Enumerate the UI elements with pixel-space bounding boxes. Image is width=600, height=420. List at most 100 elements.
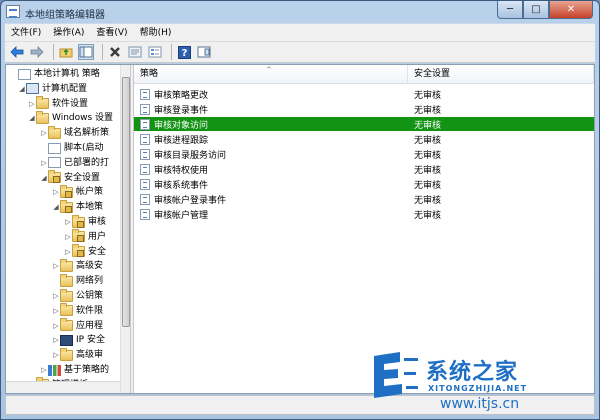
console-tree-icon[interactable] [196, 44, 212, 60]
maximize-button[interactable]: □ [523, 1, 549, 19]
tree-node[interactable]: ▷ 审核 [64, 214, 106, 229]
table-row[interactable]: 审核对象访问 无审核 [134, 117, 594, 131]
tree-expand-arrow-icon[interactable]: ▷ [64, 245, 72, 259]
minimize-button[interactable]: ─ [497, 1, 523, 19]
tree-node-label: 用户 [88, 231, 107, 242]
tree-node-label: 本地策 [76, 202, 104, 213]
folder-icon [36, 96, 49, 110]
tree-expand-arrow-icon[interactable]: ◢ [28, 111, 36, 125]
scroll-thumb[interactable] [122, 77, 130, 327]
delete-icon[interactable] [107, 44, 123, 60]
menu-action[interactable]: 操作(A) [47, 24, 90, 42]
policy-icon [140, 193, 150, 205]
tree-expand-arrow-icon[interactable]: ▷ [52, 319, 60, 333]
folder-icon [48, 125, 61, 139]
tree-node[interactable]: ▷ 帐户策 [52, 184, 104, 199]
tree-expand-arrow-icon[interactable]: ▷ [40, 126, 48, 140]
menu-view[interactable]: 查看(V) [90, 24, 133, 42]
tree-expand-arrow-icon[interactable]: ▷ [52, 289, 60, 303]
table-row[interactable]: 审核进程跟踪 无审核 [134, 132, 594, 146]
tree-node[interactable]: ▷ 安全 [64, 244, 107, 259]
tree-node[interactable]: ▷ 域名解析策 [40, 125, 109, 140]
tree-node[interactable]: ▷ 高级审 [52, 347, 103, 362]
column-header-policy[interactable]: 策略 ^ [134, 65, 408, 84]
tree-expand-arrow-icon[interactable]: ▷ [64, 215, 72, 229]
table-row[interactable]: 审核帐户登录事件 无审核 [134, 192, 594, 206]
table-row[interactable]: 审核特权使用 无审核 [134, 162, 594, 176]
tree-node[interactable]: ▷ 高级安 [52, 258, 103, 273]
back-arrow-icon[interactable] [9, 44, 25, 60]
console-tree: 本地计算机 策略 ◢ 计算机配置 ▷ 软件设置 ◢ Windows 设置 ▷ 域名解析策 脚本(启… [6, 65, 120, 393]
tree-expand-arrow-icon[interactable]: ▷ [52, 259, 60, 273]
tree-vertical-scrollbar[interactable] [120, 65, 130, 393]
tree-node[interactable]: ◢ Windows 设置 [28, 110, 113, 125]
close-button[interactable]: ✕ [549, 1, 593, 19]
tree-expand-arrow-icon[interactable]: ◢ [52, 200, 60, 214]
export-list-icon[interactable] [147, 44, 163, 60]
tree-expand-arrow-icon[interactable]: ◢ [18, 82, 26, 96]
help-icon[interactable]: ? [176, 44, 192, 60]
table-row[interactable]: 审核目录服务访问 无审核 [134, 147, 594, 161]
policy-cell: 审核帐户管理 [134, 208, 408, 221]
toolbar: ? [5, 41, 595, 63]
tree-node[interactable]: ▷ 已部署的打 [40, 156, 109, 170]
toolbar-separator [53, 44, 54, 60]
tree-node[interactable]: ▷ 软件限 [52, 303, 104, 318]
title-bar[interactable]: 本地组策略编辑器 ─ □ ✕ [1, 1, 599, 23]
tree-node-label: 软件限 [76, 305, 104, 316]
tree-node[interactable]: ◢ 计算机配置 [18, 82, 87, 96]
folder-icon [60, 303, 73, 317]
tree-node-label: 基于策略的 [64, 365, 110, 375]
tree-node[interactable]: ▷ IP 安全 [52, 333, 105, 347]
tree-horizontal-scrollbar[interactable] [6, 381, 120, 393]
tree-node[interactable]: ▷ 公钥策 [52, 288, 103, 303]
table-row[interactable]: 审核帐户管理 无审核 [134, 207, 594, 221]
folder-icon [60, 273, 73, 287]
policy-icon [140, 133, 150, 145]
status-bar [5, 395, 595, 415]
tree-expand-arrow-icon[interactable]: ◢ [40, 171, 48, 185]
folder-icon [60, 347, 73, 361]
policy-name: 审核策略更改 [154, 90, 209, 101]
tree-node[interactable]: ◢ 安全设置 [40, 170, 100, 185]
tree-expand-arrow-icon[interactable]: ▷ [52, 348, 60, 362]
menu-help[interactable]: 帮助(H) [134, 24, 178, 42]
menu-bar: 文件(F) 操作(A) 查看(V) 帮助(H) [5, 23, 595, 41]
tree-expand-arrow-icon[interactable]: ▷ [52, 304, 60, 318]
forward-arrow-icon[interactable] [29, 44, 45, 60]
security-setting-cell: 无审核 [414, 195, 442, 206]
policy-list: 策略 ^ 安全设置 审核策略更改 无审核 审核登录事件 无审核 审核对象访问 无审核 审核进… [134, 65, 594, 393]
tree-node[interactable]: ▷ 用户 [64, 229, 107, 244]
tree-expand-arrow-icon[interactable]: ▷ [52, 333, 60, 347]
up-folder-icon[interactable] [58, 44, 74, 60]
tree-node-label: 帐户策 [76, 187, 104, 198]
tree-node[interactable]: 本地计算机 策略 [10, 67, 100, 81]
tree-expand-arrow-icon[interactable]: ▷ [40, 363, 48, 377]
show-hide-tree-icon[interactable] [78, 44, 94, 60]
menu-file[interactable]: 文件(F) [5, 24, 47, 42]
policy-name: 审核对象访问 [154, 120, 209, 131]
tree-node[interactable]: ▷ 软件设置 [28, 96, 88, 111]
column-label: 策略 [140, 69, 159, 79]
tree-node[interactable]: ▷ 基于策略的 [40, 363, 109, 377]
tree-node[interactable]: ◢ 本地策 [52, 199, 104, 214]
policy-cell: 审核对象访问 [134, 118, 408, 131]
properties-icon[interactable] [127, 44, 143, 60]
tree-expand-arrow-icon[interactable]: ▷ [28, 97, 36, 111]
tree-expand-arrow-icon[interactable]: ▷ [64, 230, 72, 244]
column-header-security-setting[interactable]: 安全设置 [408, 65, 594, 84]
lockfolder-icon [72, 229, 85, 243]
security-setting-cell: 无审核 [414, 105, 442, 116]
tree-expand-arrow-icon[interactable]: ▷ [40, 156, 48, 170]
lockfolder-icon [72, 214, 85, 228]
tree-node-label: 安全 [88, 246, 107, 257]
tree-node[interactable]: 脚本(启动 [40, 141, 104, 155]
table-row[interactable]: 审核策略更改 无审核 [134, 87, 594, 101]
tree-node[interactable]: 网络列 [52, 273, 103, 288]
policy-icon [140, 208, 150, 220]
tree-node[interactable]: ▷ 应用程 [52, 318, 103, 333]
tree-expand-arrow-icon[interactable]: ▷ [52, 185, 60, 199]
lockfolder-icon [72, 244, 85, 258]
table-row[interactable]: 审核系统事件 无审核 [134, 177, 594, 191]
table-row[interactable]: 审核登录事件 无审核 [134, 102, 594, 116]
